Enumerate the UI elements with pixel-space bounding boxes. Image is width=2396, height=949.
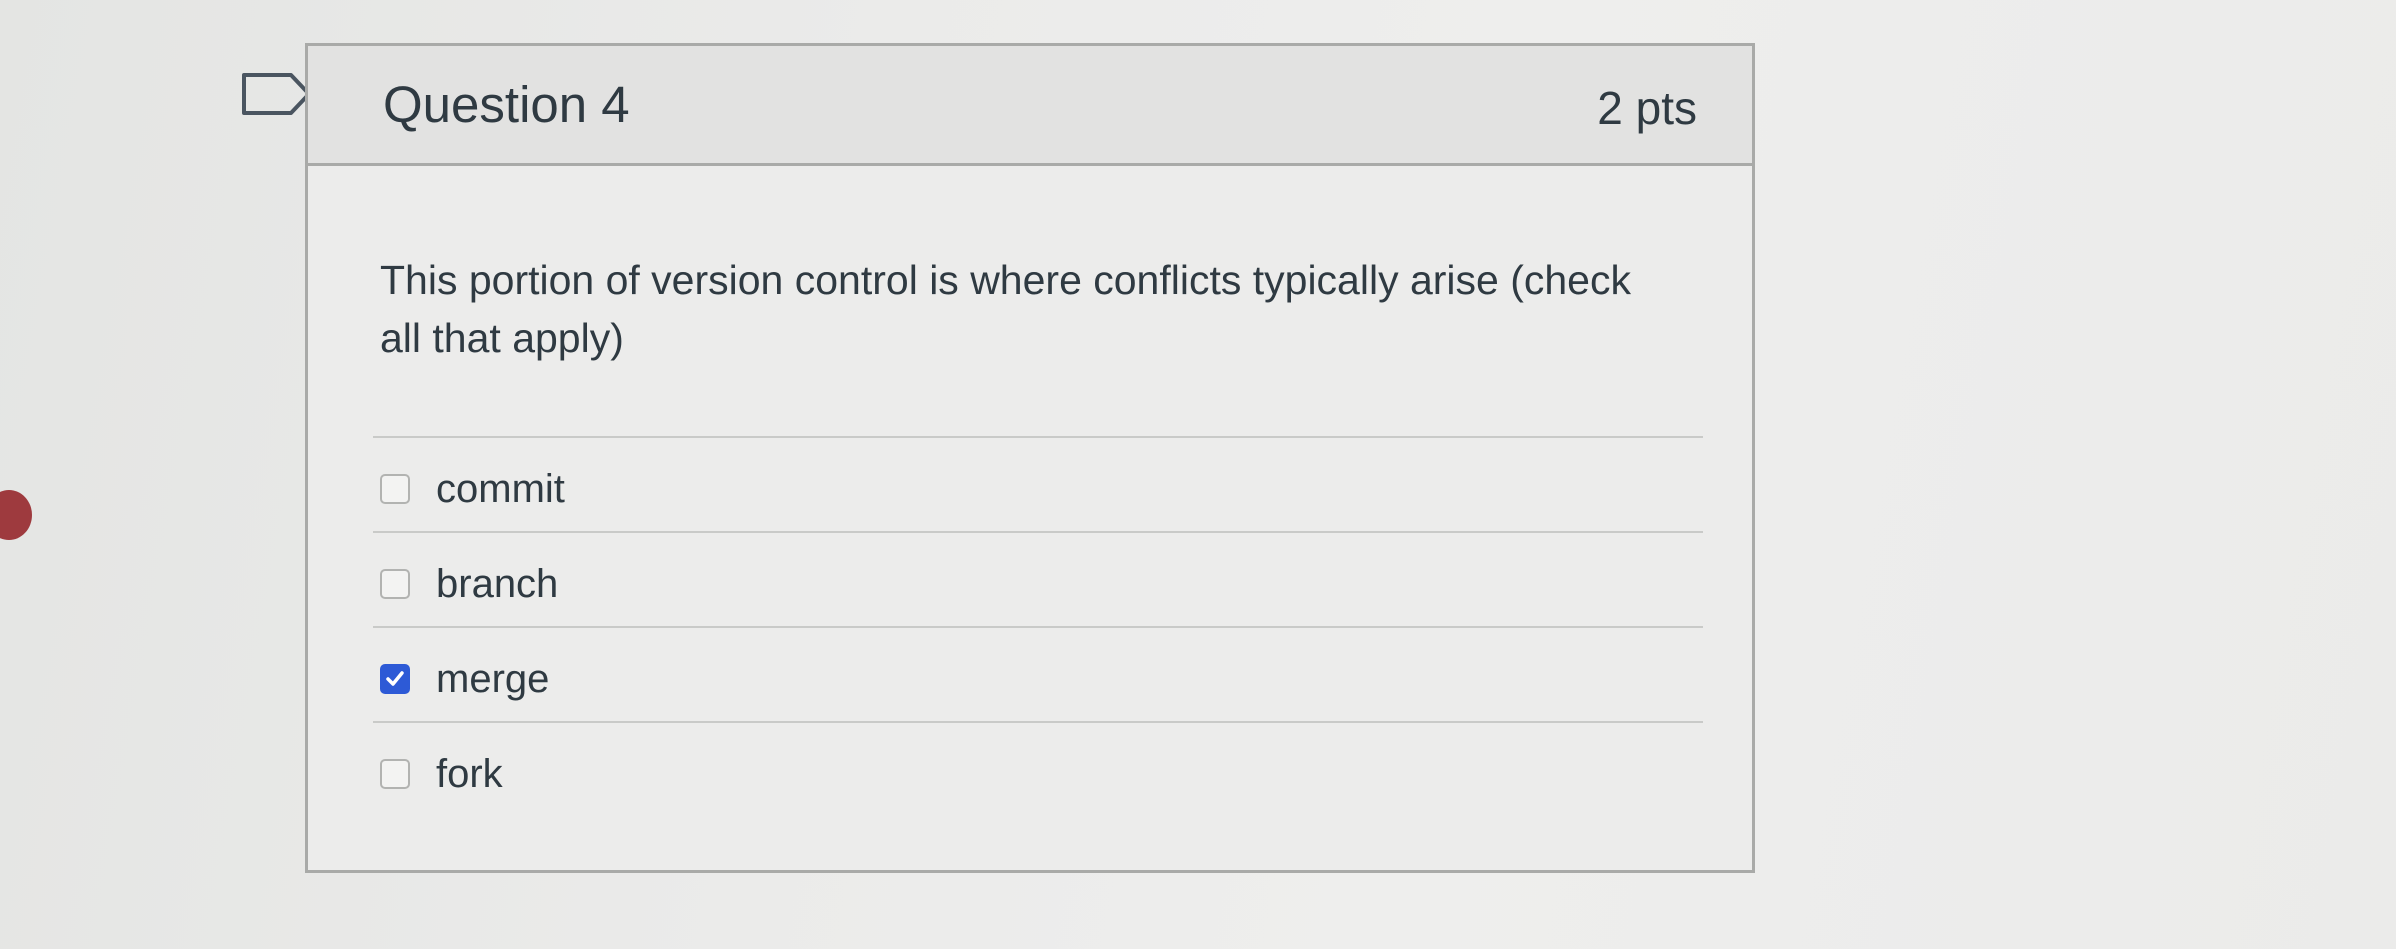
answer-label-merge: merge	[436, 657, 550, 701]
question-text-line-1: This portion of version control is where…	[380, 257, 1631, 303]
bookmark-flag-icon[interactable]	[241, 72, 313, 116]
answer-option-branch[interactable]: branch	[380, 546, 1700, 622]
answer-divider	[373, 721, 1703, 723]
question-text: This portion of version control is where…	[380, 251, 1710, 367]
question-title: Question 4	[383, 76, 630, 133]
question-card: Question 4 2 pts This portion of version…	[305, 43, 1755, 873]
answer-option-fork[interactable]: fork	[380, 736, 1700, 812]
quiz-page: Question 4 2 pts This portion of version…	[0, 0, 2396, 949]
answer-divider	[373, 626, 1703, 628]
answer-option-merge[interactable]: merge	[380, 641, 1700, 717]
answer-option-commit[interactable]: commit	[380, 451, 1700, 527]
question-header: Question 4 2 pts	[308, 46, 1752, 166]
question-points: 2 pts	[1597, 82, 1697, 134]
answer-divider	[373, 531, 1703, 533]
checkbox-merge-checked[interactable]	[380, 664, 410, 694]
answer-label-fork: fork	[436, 752, 503, 796]
answer-label-branch: branch	[436, 562, 559, 606]
checkbox-branch[interactable]	[380, 569, 410, 599]
side-indicator-dot	[0, 490, 32, 540]
answer-label-commit: commit	[436, 467, 565, 511]
checkbox-commit[interactable]	[380, 474, 410, 504]
checkmark-icon	[386, 671, 404, 686]
answer-divider	[373, 436, 1703, 438]
question-text-line-2: all that apply)	[380, 315, 624, 361]
checkbox-fork[interactable]	[380, 759, 410, 789]
